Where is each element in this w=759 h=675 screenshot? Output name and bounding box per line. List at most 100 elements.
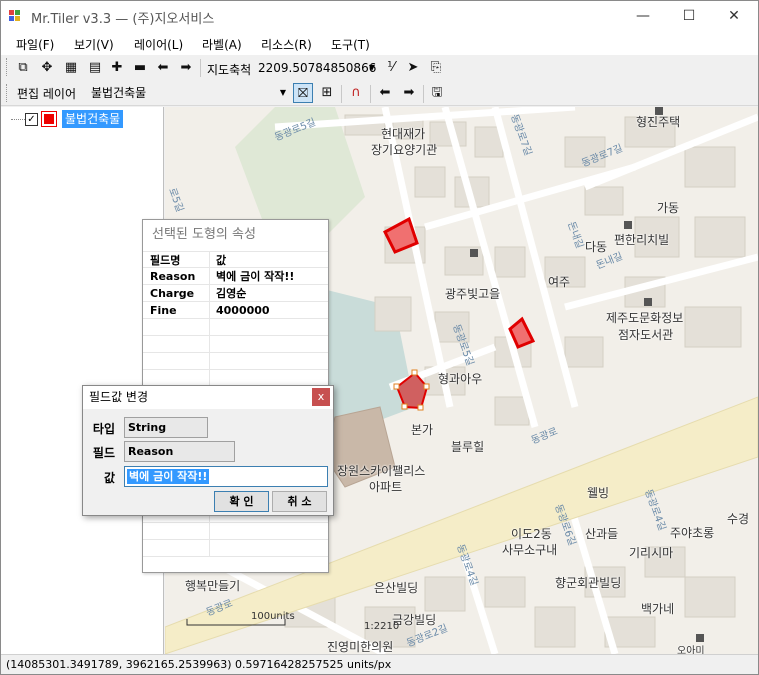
- map-label: 현대재가: [381, 127, 426, 141]
- toolbar-map: ⧉ ✥ ▦ ▤ ✚ ▬ ⬅ ➡ 지도축척 2209.50784850866 ▼ …: [1, 55, 758, 81]
- maximize-button[interactable]: ☐: [666, 1, 712, 31]
- zoom-in-icon[interactable]: ✚: [107, 58, 127, 78]
- table-row[interactable]: Reason 벽에 금이 작작!!: [143, 268, 328, 285]
- map-label: 주야초롱: [670, 526, 715, 540]
- header-value: 값: [216, 254, 227, 267]
- map-label: 점자도서관: [618, 328, 674, 342]
- scale-label: 지도축척: [207, 63, 252, 77]
- field-value-cell[interactable]: 벽에 금이 작작!!: [211, 268, 328, 285]
- empty-row: [143, 540, 328, 557]
- toolbar-grip[interactable]: [6, 58, 9, 76]
- edit-layer-label: 편집 레이어: [17, 87, 77, 101]
- select-arrow-icon[interactable]: ➤: [403, 58, 423, 78]
- tile-icon[interactable]: ▤: [85, 58, 105, 78]
- map-label: 장원스카이팰리스: [337, 464, 426, 478]
- empty-row: [143, 353, 328, 370]
- value-label: 값: [103, 471, 115, 485]
- app-icon: [9, 10, 21, 22]
- type-label: 타입: [92, 422, 115, 436]
- polygon-layer-icon: [41, 111, 57, 127]
- toolbar-separator: [423, 85, 424, 103]
- pan-icon[interactable]: ✥: [37, 58, 57, 78]
- toolbar-separator: [200, 59, 201, 77]
- toolbar-separator: [341, 85, 342, 103]
- status-text: (14085301.3491789, 3962165.2539963) 0.59…: [6, 658, 392, 671]
- redo-icon[interactable]: ➡: [399, 83, 419, 103]
- menu-file[interactable]: 파일(F): [16, 36, 54, 53]
- table-row[interactable]: Charge 김영순: [143, 285, 328, 302]
- status-bar: (14085301.3491789, 3962165.2539963) 0.59…: [1, 654, 758, 674]
- back-icon[interactable]: ⬅: [153, 58, 173, 78]
- map-label: 광주빛고을: [445, 287, 501, 301]
- field-name-cell: Reason: [143, 268, 210, 285]
- close-button[interactable]: ✕: [711, 1, 757, 31]
- dialog-title: 필드값 변경: [83, 386, 333, 409]
- scale-value: 2209.50784850866: [258, 61, 377, 75]
- close-icon[interactable]: x: [312, 388, 330, 406]
- menu-label[interactable]: 라벨(A): [202, 36, 242, 53]
- ok-button[interactable]: 확 인: [214, 491, 269, 512]
- app-window: Mr.Tiler v3.3 — (주)지오서비스 — ☐ ✕ 파일(F) 보기(…: [0, 0, 759, 675]
- table-row[interactable]: Fine 4000000: [143, 302, 328, 319]
- field-label: 필드: [92, 446, 115, 460]
- map-label: 향군회관빌딩: [555, 576, 622, 590]
- layer-visibility-checkbox[interactable]: ✓: [25, 113, 38, 126]
- field-name-cell: Charge: [143, 285, 210, 302]
- map-label: 본가: [411, 423, 434, 437]
- magnet-icon[interactable]: ∩: [346, 83, 366, 103]
- edit-layer-value: 불법건축물: [91, 86, 147, 100]
- field-value-dialog: 필드값 변경 x 타입 String 필드 Reason 값 벽에 금이 작작!…: [82, 385, 334, 516]
- layer-tree: ✓ 불법건축물: [1, 107, 164, 654]
- map-label: 가동: [657, 201, 680, 215]
- menu-resource[interactable]: 리소스(R): [261, 36, 312, 53]
- map-label: 다동: [585, 240, 608, 254]
- empty-row: [143, 336, 328, 353]
- map-label: 백가네: [641, 602, 675, 616]
- map-label: 블루힐: [451, 440, 485, 454]
- forward-icon[interactable]: ➡: [176, 58, 196, 78]
- scale-ratio-icon[interactable]: ⅟: [381, 58, 401, 78]
- grid-icon[interactable]: ▦: [61, 58, 81, 78]
- scale-combo[interactable]: 2209.50784850866 ▼: [255, 58, 377, 78]
- map-label: 진영미한의원: [327, 640, 394, 654]
- chevron-down-icon: ▼: [368, 63, 375, 72]
- field-value-cell[interactable]: 4000000: [211, 302, 328, 319]
- value-input[interactable]: 벽에 금이 작작!!: [124, 466, 328, 487]
- empty-row: [143, 319, 328, 336]
- menu-layer[interactable]: 레이어(L): [134, 36, 183, 53]
- map-label: 산과들: [585, 527, 619, 541]
- layer-name[interactable]: 불법건축물: [62, 110, 124, 128]
- map-label: 제주도문화정보: [606, 311, 684, 325]
- value-input-text: 벽에 금이 작작!!: [127, 469, 210, 484]
- map-label: 웰빙: [587, 486, 610, 500]
- window-title: Mr.Tiler v3.3 — (주)지오서비스: [31, 12, 215, 27]
- map-label: 행복만들기: [185, 579, 241, 593]
- undo-icon[interactable]: ⬅: [375, 83, 395, 103]
- map-label: 아파트: [369, 480, 403, 494]
- map-label: 형과아우: [438, 372, 483, 386]
- edit-shape-icon[interactable]: ⛝: [293, 83, 313, 103]
- edit-layer-combo[interactable]: 불법건축물 ▼: [88, 83, 288, 103]
- zoom-out-icon[interactable]: ▬: [130, 58, 150, 78]
- header-field-name: 필드명: [143, 252, 210, 269]
- export-icon[interactable]: ⎘: [426, 58, 446, 78]
- type-field: String: [124, 417, 208, 438]
- properties-panel-title: 선택된 도형의 속성: [143, 220, 328, 250]
- scale-bar-label: 100units: [251, 611, 295, 622]
- field-value-cell[interactable]: 김영순: [211, 285, 328, 302]
- menu-view[interactable]: 보기(V): [74, 36, 114, 53]
- zoom-extent-icon[interactable]: ⧉: [13, 58, 33, 78]
- save-icon[interactable]: 🖫: [427, 83, 447, 103]
- map-label: 오아미: [677, 646, 705, 654]
- chevron-down-icon: ▼: [279, 88, 286, 97]
- toolbar-edit: 편집 레이어 불법건축물 ▼ ⛝ ⊞ ∩ ⬅ ➡ 🖫: [1, 81, 758, 106]
- add-shape-icon[interactable]: ⊞: [317, 83, 337, 103]
- map-label: 사무소구내: [502, 543, 558, 557]
- minimize-button[interactable]: —: [620, 1, 666, 31]
- cancel-button[interactable]: 취 소: [272, 491, 327, 512]
- menu-tools[interactable]: 도구(T): [331, 36, 370, 53]
- field-name-cell: Fine: [143, 302, 210, 319]
- empty-row: [143, 523, 328, 540]
- tree-connector: [11, 119, 25, 120]
- toolbar-grip[interactable]: [6, 84, 9, 102]
